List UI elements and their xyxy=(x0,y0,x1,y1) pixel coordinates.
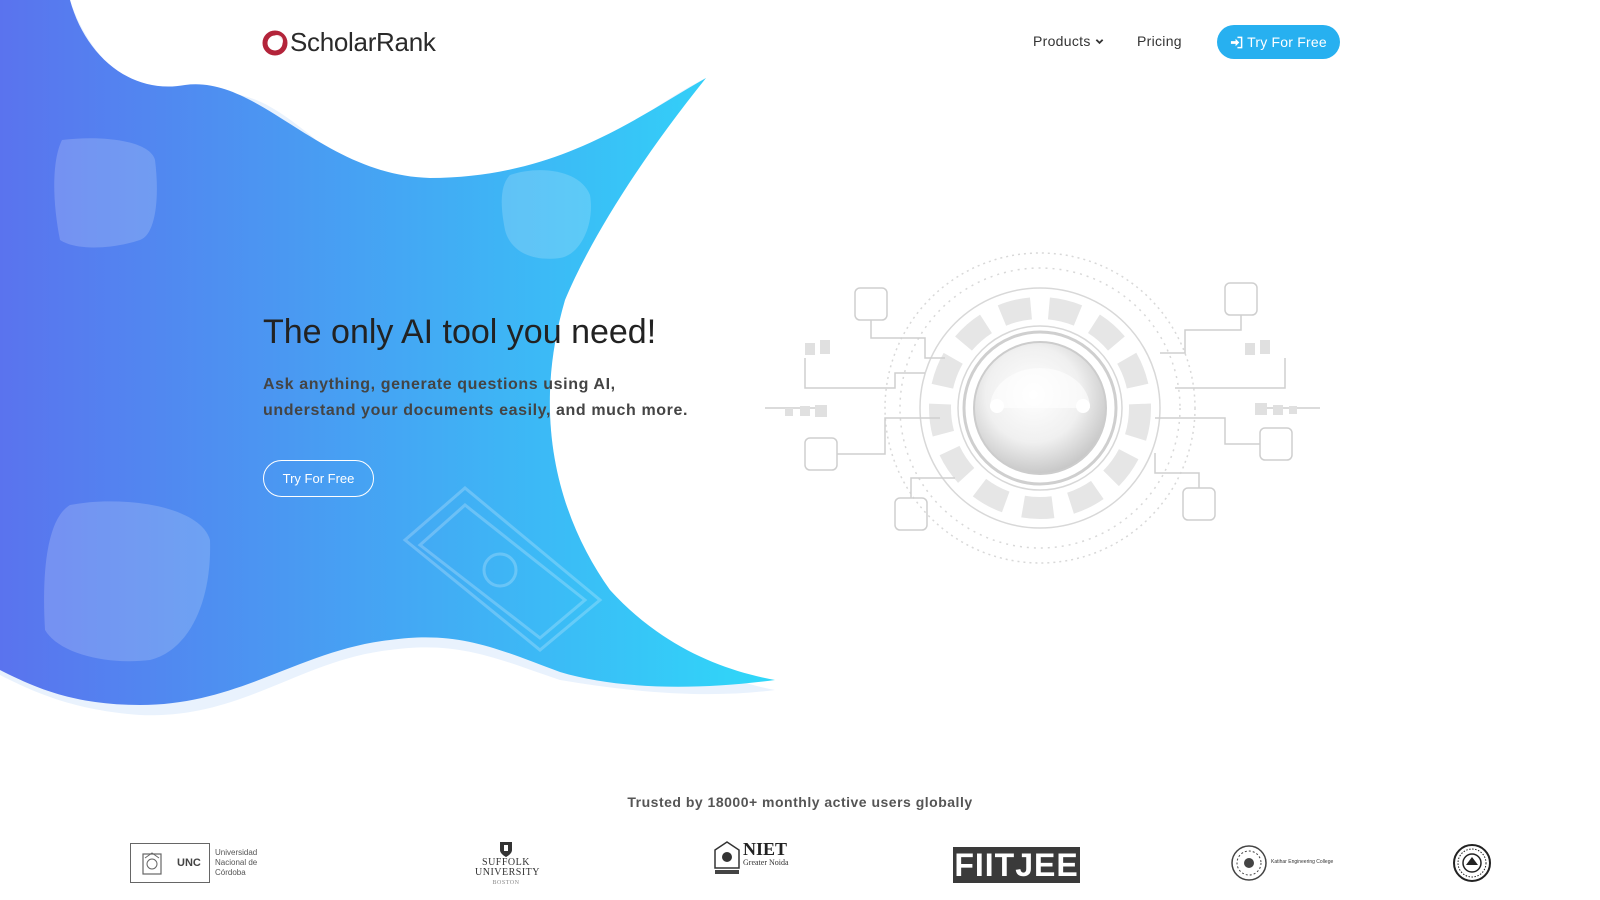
hero-try-free-button[interactable]: Try For Free xyxy=(263,460,374,497)
nav-products-menu[interactable]: Products xyxy=(1033,33,1104,49)
unc-badge: UNC xyxy=(130,842,210,883)
logo-suffolk: SUFFOLK UNIVERSITY BOSTON xyxy=(475,840,540,886)
logo-institution-seal xyxy=(1452,843,1492,888)
nav-pricing-label: Pricing xyxy=(1137,33,1182,49)
hero-subtext-line1: Ask anything, generate questions using A… xyxy=(263,376,616,393)
logo-niet: NIET Greater Noida xyxy=(713,840,793,885)
katihar-seal-icon xyxy=(1231,844,1267,881)
logo-fiitjee: FIITJEE xyxy=(953,846,1080,883)
nav-try-free-button[interactable]: Try For Free xyxy=(1217,25,1340,59)
hero-headline: The only AI tool you need! xyxy=(263,313,657,351)
top-navigation: ScholarRank Products Pricing Try For Fre… xyxy=(0,0,1600,84)
nav-products-label: Products xyxy=(1033,33,1091,49)
niet-name: NIET xyxy=(743,839,788,859)
brand-logo[interactable]: ScholarRank xyxy=(262,27,436,58)
unc-abbr: UNC xyxy=(177,856,201,869)
trusted-by-text: Trusted by 18000+ monthly active users g… xyxy=(627,794,973,810)
suffolk-crest-icon xyxy=(500,842,512,857)
partner-logos: UNC Universidad Nacional de Córdoba SUFF… xyxy=(0,840,1600,890)
hero-subtext-line2: understand your documents easily, and mu… xyxy=(263,402,689,419)
nav-pricing-link[interactable]: Pricing xyxy=(1137,33,1182,49)
unc-seal-icon xyxy=(142,851,162,875)
niet-emblem-icon xyxy=(714,841,740,874)
katihar-name: Katihar Engineering College xyxy=(1271,859,1334,865)
hero-try-free-label: Try For Free xyxy=(282,471,355,486)
suffolk-name: SUFFOLK UNIVERSITY xyxy=(475,857,540,878)
institution-seal-icon xyxy=(1453,844,1491,882)
niet-sub: Greater Noida xyxy=(743,858,789,867)
logo-unc: UNC Universidad Nacional de Córdoba xyxy=(130,840,275,885)
brand-name: ScholarRank xyxy=(290,27,436,57)
sign-in-icon xyxy=(1231,36,1243,48)
chevron-down-icon xyxy=(1095,38,1103,44)
logo-ring-icon xyxy=(262,30,288,55)
suffolk-sub: BOSTON xyxy=(492,880,520,886)
logo-katihar: Katihar Engineering College xyxy=(1230,840,1337,885)
unc-name: Universidad Nacional de Córdoba xyxy=(215,847,258,877)
nav-try-free-label: Try For Free xyxy=(1247,34,1327,50)
hero-subtext: Ask anything, generate questions using A… xyxy=(263,372,688,424)
ai-circuit-illustration xyxy=(765,252,1320,564)
